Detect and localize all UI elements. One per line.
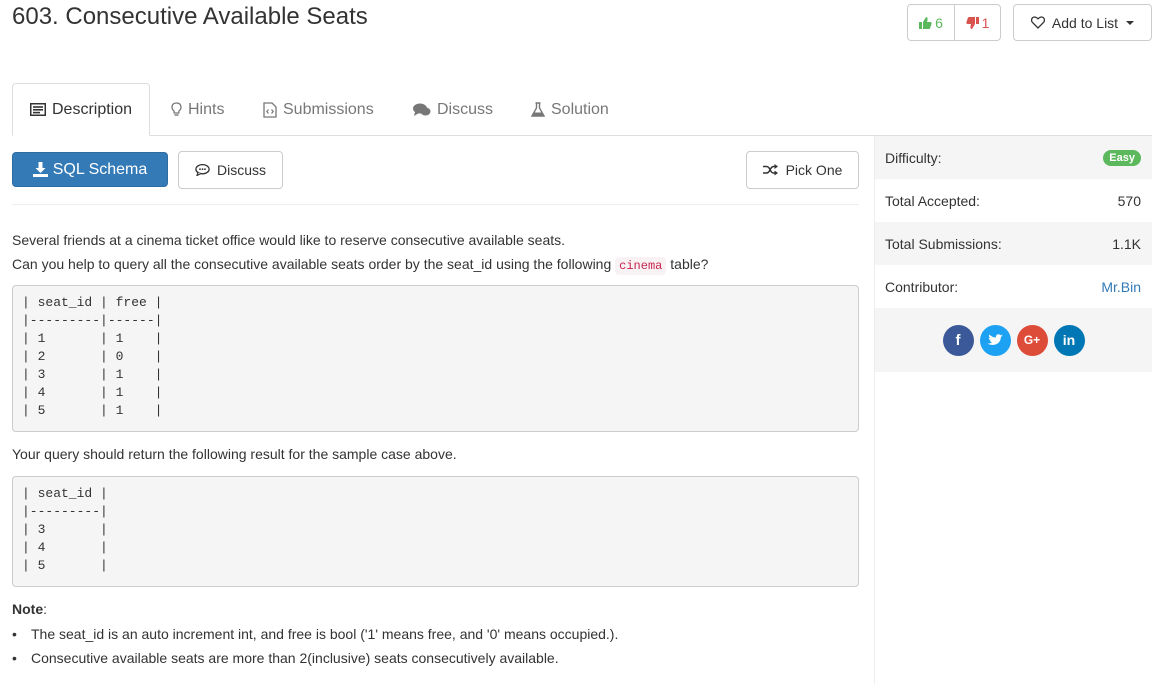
- list-item: The seat_id is an auto increment int, an…: [12, 622, 618, 646]
- table-name-code: cinema: [615, 257, 667, 275]
- tab-hints-label: Hints: [188, 100, 225, 118]
- problem-tabs: Description Hints Submissions Discuss So…: [12, 83, 1152, 136]
- tab-submissions-label: Submissions: [283, 100, 374, 118]
- list-item: Consecutive available seats are more tha…: [12, 646, 618, 670]
- accepted-label: Total Accepted:: [885, 192, 980, 209]
- note-list: The seat_id is an auto increment int, an…: [12, 622, 618, 670]
- tab-submissions[interactable]: Submissions: [263, 83, 374, 136]
- comments-icon: [413, 103, 431, 116]
- contributor-row: Contributor: Mr.Bin: [875, 265, 1152, 308]
- thumbs-down-icon: [965, 16, 979, 29]
- description-line-1: Several friends at a cinema ticket offic…: [12, 232, 566, 248]
- sql-schema-button[interactable]: SQL Schema: [12, 152, 168, 187]
- accepted-row: Total Accepted: 570: [875, 179, 1152, 222]
- code-file-icon: [263, 101, 277, 118]
- tab-description[interactable]: Description: [12, 83, 150, 136]
- divider: [12, 204, 859, 205]
- download-icon: [32, 162, 48, 177]
- upvote-button[interactable]: 6: [908, 5, 955, 40]
- submissions-value: 1.1K: [1112, 235, 1141, 252]
- lightbulb-icon: [171, 102, 182, 116]
- description-line-2: Can you help to query all the consecutiv…: [12, 252, 859, 278]
- contributor-link[interactable]: Mr.Bin: [1101, 279, 1141, 295]
- submissions-label: Total Submissions:: [885, 235, 1002, 252]
- upvote-count: 6: [935, 14, 943, 31]
- downvote-count: 1: [981, 14, 990, 31]
- heart-icon: [1030, 16, 1045, 29]
- difficulty-row: Difficulty: Easy: [875, 136, 1152, 179]
- pick-one-label: Pick One: [785, 162, 843, 178]
- note-colon: :: [43, 601, 48, 617]
- vote-group: 6 1: [907, 4, 1001, 41]
- google-plus-icon[interactable]: G+: [1016, 324, 1048, 356]
- tab-solution[interactable]: Solution: [531, 83, 609, 136]
- tab-discuss[interactable]: Discuss: [413, 83, 493, 136]
- description-line-2-text: Can you help to query all the consecutiv…: [12, 256, 616, 272]
- flask-icon: [531, 102, 545, 117]
- note-label: Note: [12, 601, 44, 617]
- linkedin-icon[interactable]: in: [1053, 324, 1085, 356]
- problem-description: Several friends at a cinema ticket offic…: [12, 228, 859, 278]
- discuss-label: Discuss: [216, 162, 266, 178]
- downvote-button[interactable]: 1: [955, 5, 1000, 40]
- comment-icon: [195, 164, 210, 176]
- description-icon: [29, 103, 46, 116]
- social-share: f G+ in: [875, 308, 1152, 372]
- sql-schema-label: SQL Schema: [52, 160, 148, 178]
- submissions-row: Total Submissions: 1.1K: [875, 222, 1152, 265]
- facebook-icon[interactable]: f: [942, 324, 974, 356]
- description-line-2-tail: table?: [666, 256, 709, 272]
- note-heading: Note:: [12, 599, 47, 619]
- problem-sidebar: Difficulty: Easy Total Accepted: 570 Tot…: [874, 136, 1152, 684]
- contributor-label: Contributor:: [885, 278, 959, 295]
- pick-one-button[interactable]: Pick One: [746, 151, 859, 189]
- return-description: Your query should return the following r…: [12, 446, 457, 462]
- caret-down-icon: [1126, 20, 1135, 25]
- shuffle-icon: [762, 164, 778, 176]
- problem-title: 603. Consecutive Available Seats: [12, 3, 368, 30]
- sample-output-table: | seat_id | |---------| | 3 | | 4 | | 5 …: [12, 476, 859, 587]
- tab-description-label: Description: [51, 100, 133, 118]
- add-to-list-label: Add to List: [1051, 14, 1119, 31]
- tab-discuss-label: Discuss: [437, 100, 494, 118]
- discuss-button[interactable]: Discuss: [178, 151, 283, 189]
- difficulty-badge: Easy: [1103, 149, 1141, 166]
- accepted-value: 570: [1117, 192, 1141, 209]
- add-to-list-button[interactable]: Add to List: [1013, 4, 1152, 41]
- twitter-icon[interactable]: [979, 324, 1011, 356]
- difficulty-label: Difficulty:: [885, 149, 942, 166]
- tab-hints[interactable]: Hints: [171, 83, 224, 136]
- sample-input-table: | seat_id | free | |---------|------| | …: [12, 285, 859, 432]
- tab-solution-label: Solution: [551, 100, 609, 118]
- thumbs-up-icon: [919, 16, 932, 29]
